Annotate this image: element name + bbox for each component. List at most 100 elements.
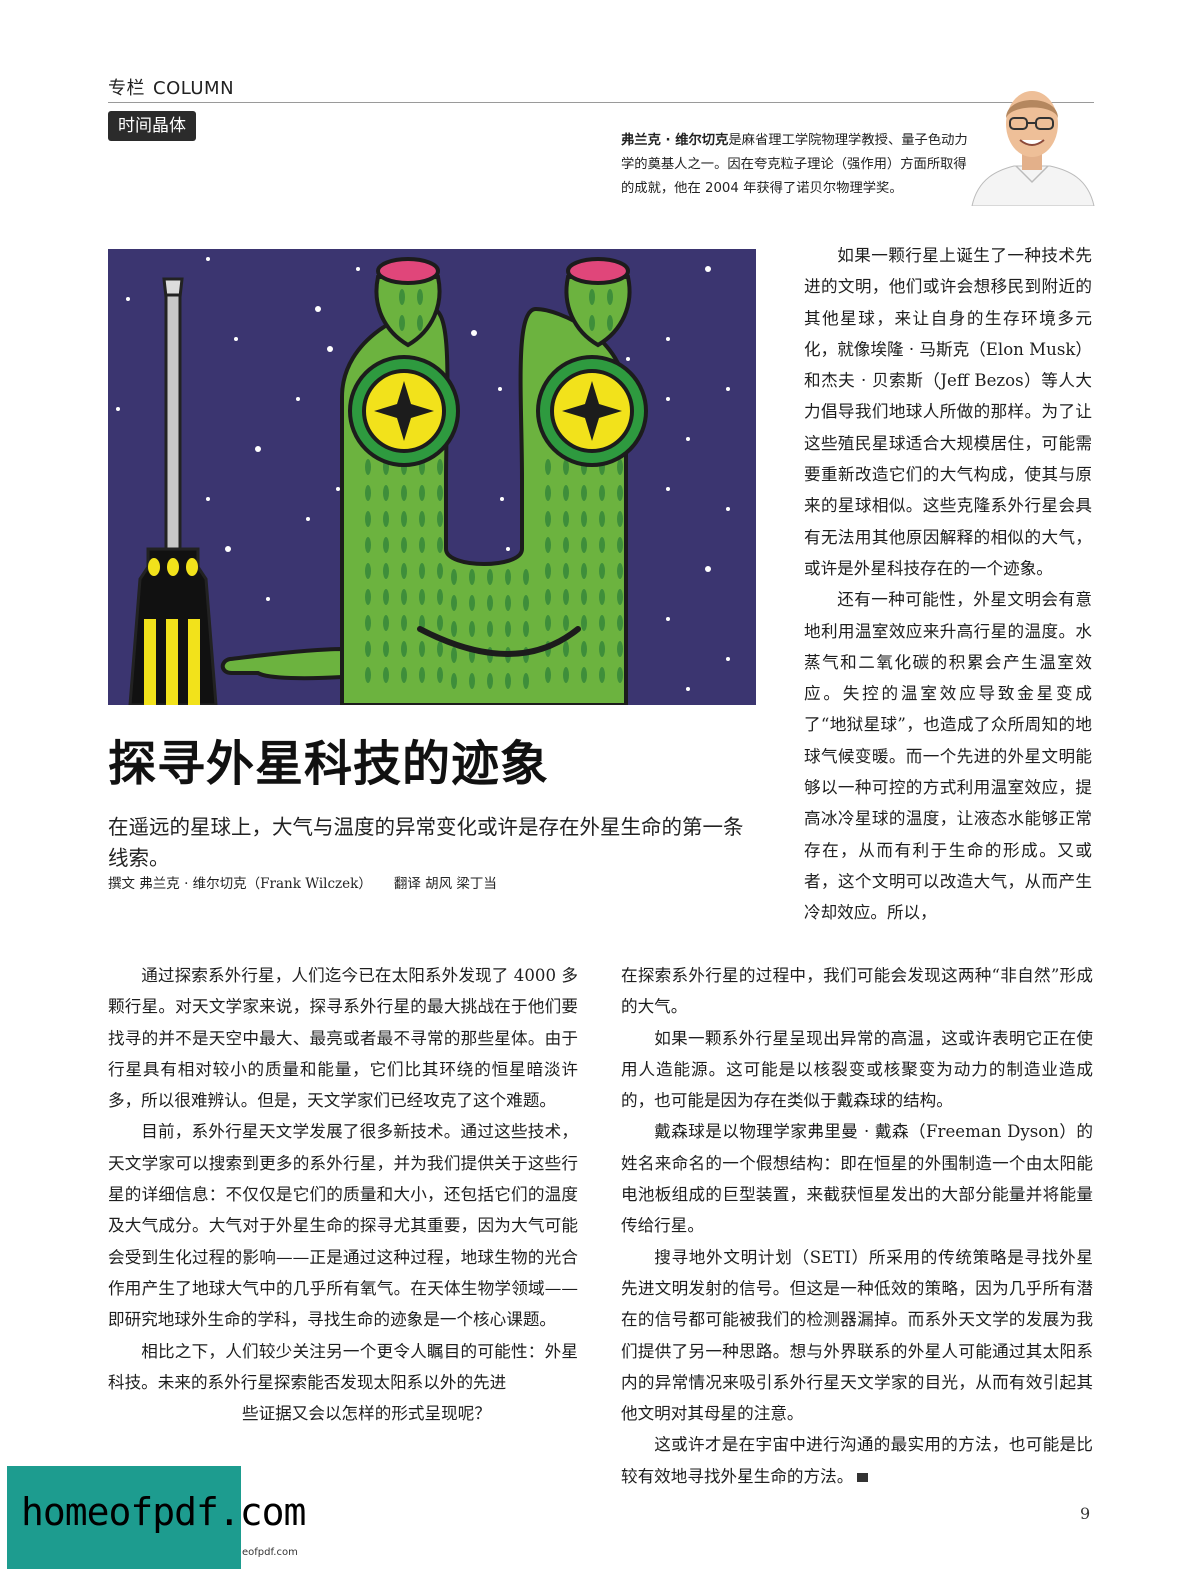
star xyxy=(726,657,730,661)
spot xyxy=(563,641,569,657)
spot xyxy=(599,641,605,657)
spot xyxy=(599,511,605,527)
star xyxy=(726,507,730,511)
author-portrait-icon xyxy=(971,91,1095,206)
spot xyxy=(545,563,551,579)
paragraph: 相比之下，人们较少关注另一个更令人瞩目的可能性：外星科技。未来的系外行星探索能否… xyxy=(108,1341,578,1392)
spot xyxy=(365,511,371,527)
star xyxy=(705,266,711,272)
spot xyxy=(563,589,569,605)
spot xyxy=(401,511,407,527)
spot xyxy=(383,667,389,683)
spot xyxy=(419,485,425,501)
spot xyxy=(437,667,443,683)
author-name: 弗兰克 · 维尔切克 xyxy=(621,133,729,148)
star xyxy=(500,497,504,501)
star xyxy=(126,297,130,301)
paragraph-final: 这或许才是在宇宙中进行沟通的最实用的方法，也可能是比较有效地寻找外星生命的方法。 xyxy=(621,1429,1093,1492)
spot xyxy=(401,615,407,631)
column-header: 专栏 COLUMN xyxy=(108,74,234,100)
article-deck: 在遥远的星球上，大气与温度的异常变化或许是存在外星生命的第一条线索。 xyxy=(108,815,744,870)
spot xyxy=(617,667,623,683)
spot xyxy=(581,537,587,553)
spot xyxy=(383,485,389,501)
spot xyxy=(365,615,371,631)
star xyxy=(206,497,210,501)
star xyxy=(306,517,310,521)
spot xyxy=(437,537,443,553)
star xyxy=(666,487,670,491)
spot xyxy=(417,315,423,331)
spot xyxy=(505,595,511,611)
spot xyxy=(545,589,551,605)
body-column-left: 通过探索系外行星，人们迄今已在太阳系外发现了 4000 多颗行星。对天文学家来说… xyxy=(108,960,578,1429)
star xyxy=(506,547,510,551)
spot xyxy=(617,459,623,475)
spot xyxy=(401,563,407,579)
spot xyxy=(617,485,623,501)
star xyxy=(234,337,238,341)
spot xyxy=(581,563,587,579)
spot xyxy=(563,537,569,553)
spot xyxy=(545,511,551,527)
spot xyxy=(581,589,587,605)
spot xyxy=(505,673,511,689)
star xyxy=(336,487,340,491)
spot xyxy=(545,485,551,501)
spot xyxy=(401,589,407,605)
spot xyxy=(419,537,425,553)
spot xyxy=(383,537,389,553)
spot xyxy=(383,589,389,605)
star xyxy=(666,337,670,341)
alien-left-eye xyxy=(348,355,460,467)
star xyxy=(686,687,690,691)
star xyxy=(666,397,670,401)
byline-author: 撰文 弗兰克 · 维尔切克（Frank Wilczek） xyxy=(108,876,372,892)
paragraph: 通过探索系外行星，人们迄今已在太阳系外发现了 4000 多颗行星。对天文学家来说… xyxy=(108,966,578,1111)
spot xyxy=(469,621,475,637)
spot xyxy=(617,589,623,605)
spot xyxy=(617,511,623,527)
spot xyxy=(417,289,423,305)
series-tag: 时间晶体 xyxy=(108,111,196,141)
star xyxy=(116,407,120,411)
spot xyxy=(589,315,595,331)
spot xyxy=(383,641,389,657)
spot xyxy=(399,315,405,331)
spot xyxy=(563,615,569,631)
paragraph: 如果一颗系外行星呈现出异常的高温，这或许表明它正在使用人造能源。这可能是以核裂变… xyxy=(621,1028,1093,1111)
spot xyxy=(365,667,371,683)
paragraph: 搜寻地外文明计划（SETI）所采用的传统策略是寻找外星先进文明发射的信号。但这是… xyxy=(621,1247,1093,1424)
spot xyxy=(523,621,529,637)
star xyxy=(666,617,670,621)
paragraph: 如果一颗行星上诞生了一种技术先进的文明，他们或许会想移民到附近的其他星球，来让自… xyxy=(804,246,1092,578)
spot xyxy=(599,563,605,579)
spot xyxy=(419,667,425,683)
spot xyxy=(505,621,511,637)
star xyxy=(206,257,210,261)
star xyxy=(296,397,300,401)
body-column-right-bottom: 在探索系外行星的过程中，我们可能会发现这两种“非自然”形成的大气。 如果一颗系外… xyxy=(621,960,1093,1492)
spot xyxy=(487,595,493,611)
spot xyxy=(365,641,371,657)
spot xyxy=(599,667,605,683)
spot xyxy=(419,511,425,527)
alien-right-eye xyxy=(536,355,648,467)
star xyxy=(626,357,630,361)
spot xyxy=(451,569,457,585)
paragraph: 目前，系外行星天文学发展了很多新技术。通过这些技术，天文学家可以搜索到更多的系外… xyxy=(108,1122,578,1330)
star xyxy=(726,387,730,391)
spot xyxy=(581,485,587,501)
spot xyxy=(383,563,389,579)
spot xyxy=(599,485,605,501)
spot xyxy=(581,511,587,527)
spot xyxy=(545,459,551,475)
spot xyxy=(469,595,475,611)
spot xyxy=(545,537,551,553)
column-label-en: COLUMN xyxy=(153,78,235,99)
spot xyxy=(599,589,605,605)
spot xyxy=(419,563,425,579)
spot xyxy=(451,595,457,611)
spot xyxy=(487,673,493,689)
spot xyxy=(437,563,443,579)
